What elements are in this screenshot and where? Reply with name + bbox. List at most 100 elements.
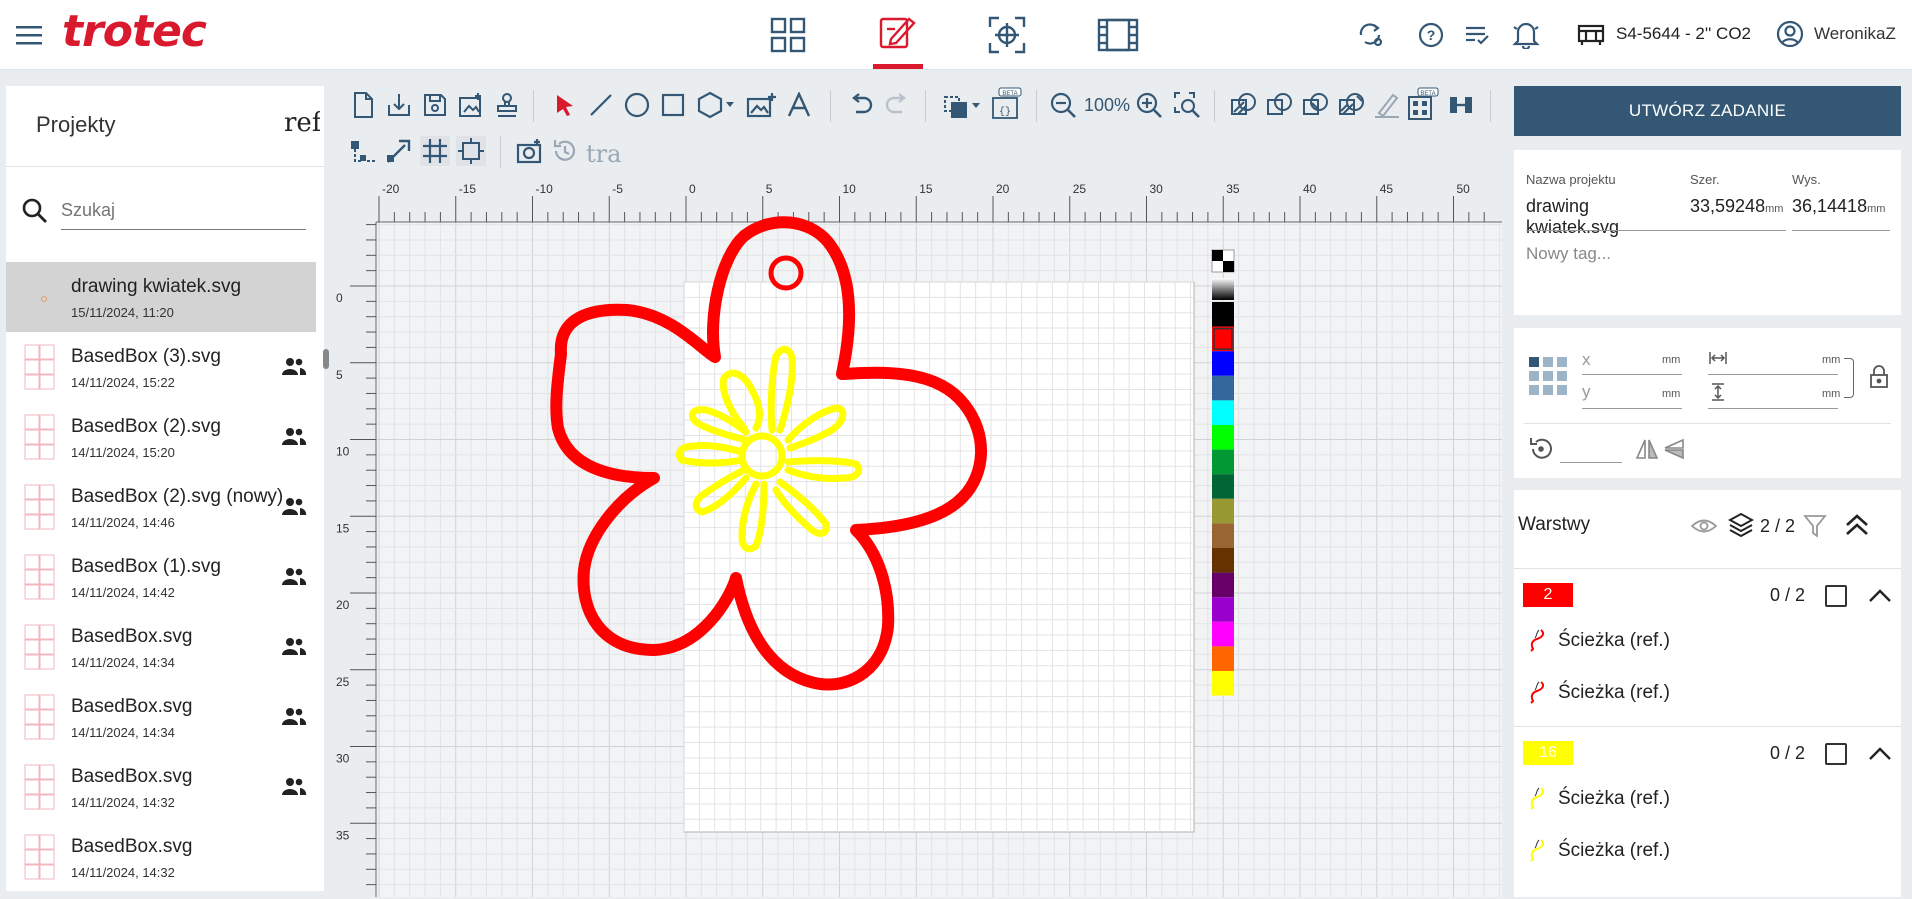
snap-to-points-icon[interactable] [384, 136, 414, 166]
import-icon[interactable] [384, 90, 414, 120]
search-input[interactable] [61, 192, 306, 230]
position-tab[interactable] [982, 10, 1032, 60]
zoom-level[interactable]: 100% [1084, 95, 1130, 116]
rotate-icon[interactable] [1526, 434, 1556, 464]
layer-path-item[interactable]: Ścieżka (ref.) [1558, 788, 1670, 810]
project-file-item[interactable]: BasedBox.svg 14/11/2024, 14:34 [6, 612, 316, 682]
chevron-up-icon[interactable] [1866, 740, 1894, 768]
align-distribute-icon[interactable] [1446, 90, 1476, 120]
projects-tab-overflow[interactable]: ref [284, 108, 320, 138]
file-list-scrollbar[interactable] [323, 349, 329, 369]
y-field[interactable] [1582, 408, 1682, 409]
layer-path-item[interactable]: Ścieżka (ref.) [1558, 630, 1670, 652]
variable-data-beta-icon[interactable]: BETA {} [990, 86, 1024, 122]
palette-swatch[interactable] [1212, 621, 1234, 647]
palette-swatch[interactable] [1212, 278, 1234, 300]
shared-users-icon[interactable] [281, 426, 307, 446]
snap-to-object-icon[interactable] [348, 136, 380, 166]
shared-users-icon[interactable] [281, 706, 307, 726]
machine-name[interactable]: S4-5644 - 2'' CO2 [1616, 24, 1751, 44]
palette-swatch[interactable] [1212, 523, 1234, 548]
select-pointer-icon[interactable] [550, 90, 580, 120]
export-image-icon[interactable] [456, 90, 486, 120]
filter-icon[interactable] [1802, 512, 1828, 540]
flip-horizontal-icon[interactable] [1634, 436, 1660, 462]
engrave-tool-icon[interactable] [1372, 90, 1402, 120]
width-field[interactable]: 33,59248mm [1690, 196, 1783, 217]
palette-swatch[interactable] [1212, 548, 1234, 573]
chevron-up-icon[interactable] [1866, 582, 1894, 610]
layer-checkbox[interactable] [1825, 743, 1847, 765]
grid-toggle-icon[interactable] [420, 136, 450, 166]
palette-swatch-selected[interactable] [1213, 327, 1233, 350]
layers-stack-icon[interactable] [1727, 510, 1755, 540]
layer-color-badge[interactable]: 16 [1523, 741, 1573, 765]
layer-checkbox[interactable] [1825, 585, 1847, 607]
project-file-item[interactable]: BasedBox (3).svg 14/11/2024, 15:22 [6, 332, 316, 402]
user-name[interactable]: WeronikaZ [1814, 24, 1896, 44]
palette-swatch[interactable] [1212, 351, 1234, 376]
layer-color-badge[interactable]: 2 [1523, 583, 1573, 607]
layer-path-item[interactable]: Ścieżka (ref.) [1558, 840, 1670, 862]
trace-label[interactable]: tra [586, 140, 621, 168]
height-field[interactable]: 36,14418mm [1792, 196, 1885, 217]
arrange-tools-icon[interactable] [940, 90, 984, 120]
stamp-icon[interactable] [492, 90, 522, 120]
palette-swatch[interactable] [1212, 498, 1234, 524]
redo-icon[interactable] [882, 90, 912, 120]
anchor-point-grid-icon[interactable] [1528, 356, 1570, 398]
flip-vertical-icon[interactable] [1662, 436, 1688, 462]
project-file-item[interactable]: BasedBox.svg 14/11/2024, 14:32 [6, 822, 316, 892]
ellipse-tool-icon[interactable] [622, 90, 652, 120]
zoom-out-icon[interactable] [1048, 90, 1078, 120]
dashboard-tab[interactable] [763, 10, 813, 60]
new-file-icon[interactable] [348, 90, 378, 120]
task-list-icon[interactable] [1462, 20, 1492, 50]
hamburger-menu-icon[interactable] [14, 20, 44, 50]
design-canvas[interactable]: -20 -15 -10 -5 0 5 10 15 20 25 30 35 40 45 50 0 5 10 15 20 2… [332, 178, 1502, 897]
palette-swatch[interactable] [1212, 572, 1234, 598]
palette-swatch[interactable] [1212, 597, 1234, 622]
tag-input[interactable]: Nowy tag... [1526, 244, 1611, 264]
palette-swatch[interactable] [1212, 474, 1234, 499]
boolean-subtract-icon[interactable] [1264, 90, 1294, 120]
shared-users-icon[interactable] [281, 356, 307, 376]
x-field[interactable] [1582, 374, 1682, 375]
palette-swatch[interactable] [1212, 646, 1234, 671]
h-field[interactable] [1708, 408, 1838, 409]
palette-swatch[interactable] [1212, 302, 1234, 327]
project-file-item[interactable]: drawing kwiatek.svg 15/11/2024, 11:20 [6, 262, 316, 332]
project-file-item[interactable]: BasedBox.svg 14/11/2024, 14:32 [6, 752, 316, 822]
w-field[interactable] [1708, 374, 1838, 375]
visibility-eye-icon[interactable] [1689, 514, 1719, 538]
help-icon[interactable]: ? [1416, 20, 1446, 50]
rectangle-tool-icon[interactable] [658, 90, 688, 120]
project-file-item[interactable]: BasedBox (2).svg (nowy) 14/11/2024, 14:46 [6, 472, 316, 542]
collapse-all-icon[interactable] [1842, 510, 1872, 540]
jobs-tab[interactable] [1092, 10, 1144, 60]
camera-capture-icon[interactable] [514, 136, 544, 166]
project-file-item[interactable]: BasedBox (2).svg 14/11/2024, 15:20 [6, 402, 316, 472]
undo-icon[interactable] [846, 90, 876, 120]
zoom-fit-icon[interactable] [1172, 90, 1202, 120]
save-icon[interactable] [420, 90, 450, 120]
shared-users-icon[interactable] [281, 776, 307, 796]
polygon-tool-icon[interactable] [694, 90, 738, 120]
notification-bell-icon[interactable] [1510, 18, 1542, 50]
project-file-item[interactable]: BasedBox (1).svg 14/11/2024, 14:42 [6, 542, 316, 612]
shared-users-icon[interactable] [281, 496, 307, 516]
lock-icon[interactable] [1866, 364, 1892, 390]
snap-to-grid-icon[interactable] [456, 136, 486, 166]
trace-history-icon[interactable] [550, 136, 580, 166]
shared-users-icon[interactable] [281, 566, 307, 586]
palette-swatch[interactable] [1212, 449, 1234, 475]
sync-settings-icon[interactable] [1356, 20, 1386, 50]
palette-swatch[interactable] [1212, 375, 1234, 401]
text-tool-icon[interactable] [784, 90, 814, 120]
laser-machine-icon[interactable] [1576, 20, 1606, 50]
create-job-button[interactable]: UTWÓRZ ZADANIE [1514, 86, 1901, 136]
boolean-exclude-icon[interactable] [1336, 90, 1366, 120]
palette-swatch[interactable] [1212, 400, 1234, 425]
design-tab[interactable] [872, 4, 922, 62]
line-tool-icon[interactable] [586, 90, 616, 120]
